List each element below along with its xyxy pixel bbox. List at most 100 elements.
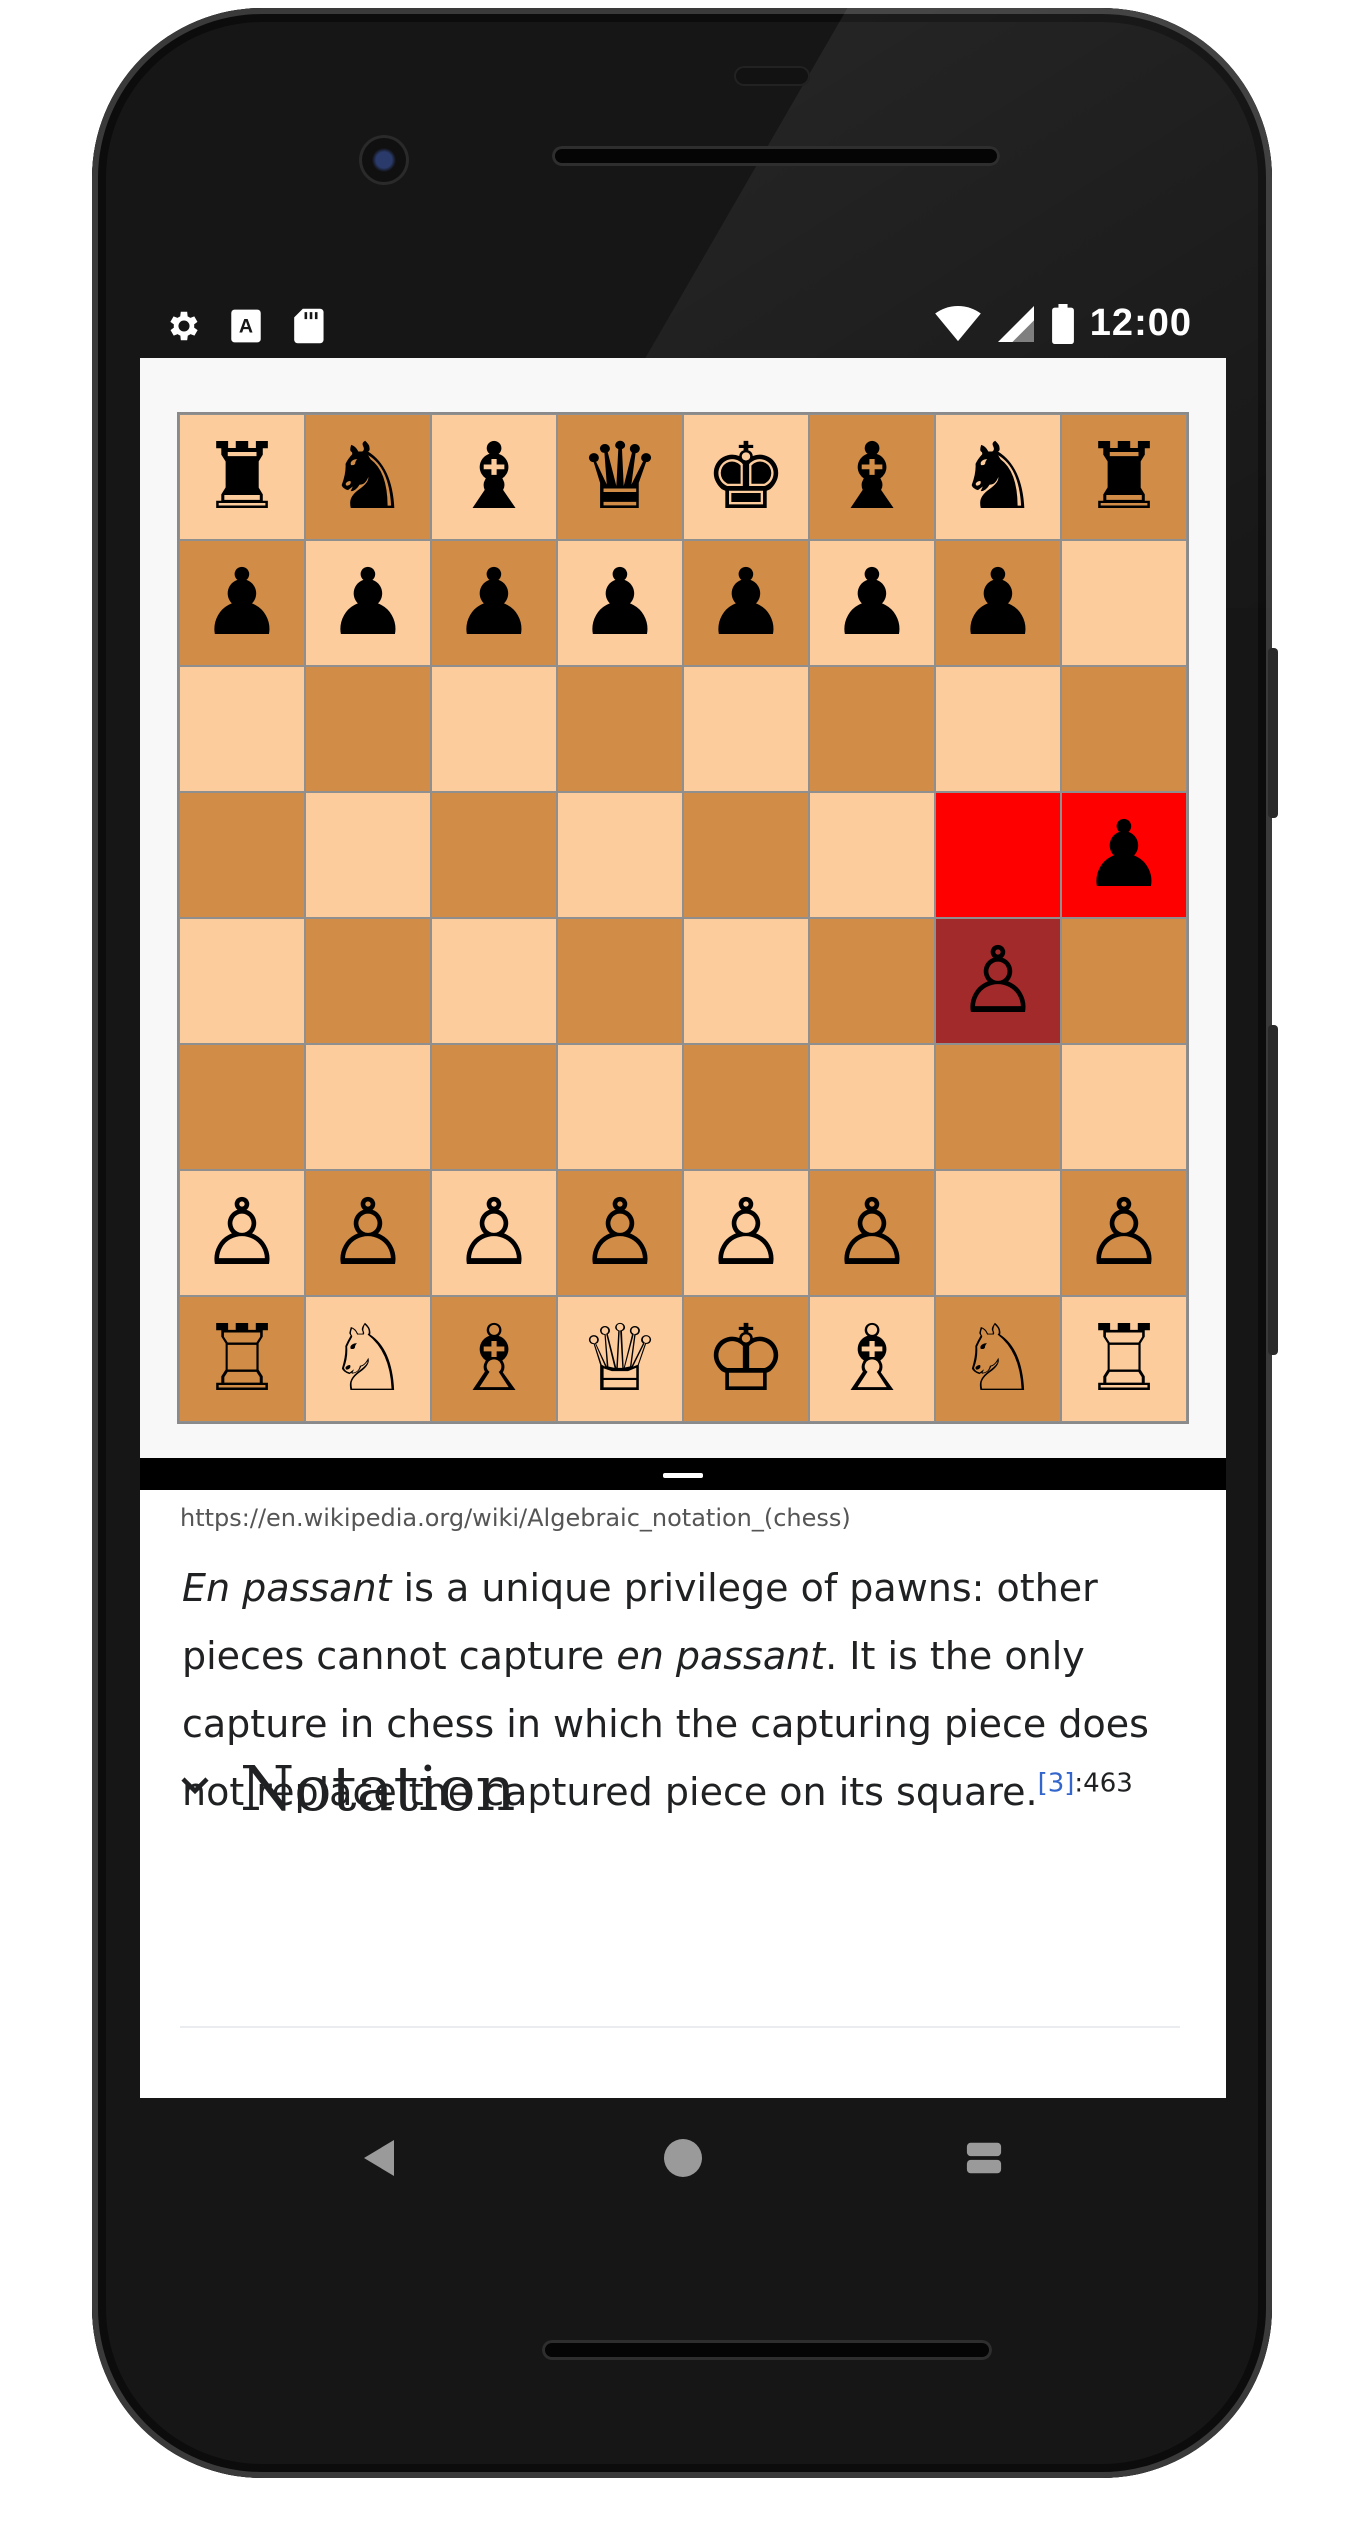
clock: 12:00 (1089, 302, 1192, 344)
chess-square-with-piece[interactable]: ♞ (305, 414, 431, 540)
chess-square[interactable] (431, 666, 557, 792)
chess-square[interactable] (935, 666, 1061, 792)
chess-square[interactable] (935, 1044, 1061, 1170)
chess-square-with-piece[interactable]: ♝ (809, 414, 935, 540)
page-url[interactable]: https://en.wikipedia.org/wiki/Algebraic_… (180, 1504, 851, 1532)
back-icon[interactable] (352, 2130, 408, 2186)
chess-square-with-piece[interactable]: ♞ (935, 414, 1061, 540)
home-icon[interactable] (655, 2130, 711, 2186)
sd-card-icon (288, 306, 328, 346)
chess-square[interactable] (809, 792, 935, 918)
chess-square[interactable] (809, 918, 935, 1044)
citation: [3]:463 (1038, 1768, 1133, 1798)
status-left-icons: A (164, 306, 328, 346)
chess-square-with-piece[interactable]: ♟ (179, 540, 305, 666)
chess-square[interactable] (683, 792, 809, 918)
front-camera-icon (359, 135, 409, 185)
section-title: Notation (240, 1751, 516, 1825)
wifi-icon (934, 304, 982, 344)
signal-icon (996, 304, 1036, 344)
em-en-passant-1: En passant (182, 1566, 392, 1610)
earpiece-speaker (552, 146, 1000, 166)
chess-square-with-piece[interactable]: ♟ (305, 540, 431, 666)
chess-square-with-piece[interactable]: ♖ (179, 1296, 305, 1422)
chess-square-with-piece[interactable]: ♙ (809, 1170, 935, 1296)
chess-square-with-piece[interactable]: ♙ (431, 1170, 557, 1296)
chess-square[interactable] (305, 666, 431, 792)
chess-square-with-piece[interactable]: ♔ (683, 1296, 809, 1422)
chess-square-with-piece[interactable]: ♖ (1061, 1296, 1187, 1422)
em-en-passant-2: en passant (616, 1634, 826, 1678)
chess-square[interactable] (683, 918, 809, 1044)
chess-square-with-piece[interactable]: ♟ (683, 540, 809, 666)
chess-square[interactable] (179, 792, 305, 918)
citation-link[interactable]: [3] (1038, 1768, 1075, 1798)
bottom-speaker (542, 2340, 992, 2360)
chess-square[interactable] (179, 666, 305, 792)
chess-square-with-piece[interactable]: ♙ (179, 1170, 305, 1296)
chess-square-with-piece[interactable]: ♕ (557, 1296, 683, 1422)
chess-square[interactable] (935, 792, 1061, 918)
chess-square-with-piece[interactable]: ♙ (305, 1170, 431, 1296)
chess-square[interactable] (1061, 918, 1187, 1044)
chess-square[interactable] (431, 792, 557, 918)
chess-square[interactable] (683, 666, 809, 792)
chess-square-with-piece[interactable]: ♙ (557, 1170, 683, 1296)
chess-square[interactable] (809, 666, 935, 792)
section-header-notation[interactable]: Notation (180, 1738, 515, 1838)
chess-square-with-piece[interactable]: ♗ (809, 1296, 935, 1422)
chess-square-with-piece[interactable]: ♟ (557, 540, 683, 666)
chevron-down-icon[interactable] (180, 1776, 210, 1801)
font-a-icon: A (226, 306, 266, 346)
battery-icon (1050, 303, 1076, 344)
section-divider (180, 2026, 1180, 2028)
chess-square-with-piece[interactable]: ♙ (1061, 1170, 1187, 1296)
chess-square[interactable] (305, 1044, 431, 1170)
chess-square[interactable] (179, 1044, 305, 1170)
chess-square[interactable] (557, 792, 683, 918)
chess-square[interactable] (305, 918, 431, 1044)
citation-page: :463 (1074, 1768, 1133, 1799)
status-right-icons: 12:00 (934, 302, 1192, 345)
chess-square[interactable] (431, 1044, 557, 1170)
chess-square[interactable] (557, 1044, 683, 1170)
chess-square-with-piece[interactable]: ♟ (431, 540, 557, 666)
svg-text:A: A (239, 316, 253, 338)
chess-square[interactable] (179, 918, 305, 1044)
wikipedia-pane: https://en.wikipedia.org/wiki/Algebraic_… (140, 1490, 1226, 2098)
chess-square-with-piece[interactable]: ♛ (557, 414, 683, 540)
chess-square[interactable] (305, 792, 431, 918)
chess-app-pane: ♜ ♞ ♝ ♛ ♚ ♝ ♞ ♜ ♟ ♟ ♟ ♟ ♟ ♟ ♟ ♟ ♙ ♙ ♙ ♙ ♙ ♙ ♙ ♙ ♖ ♘ ♗ ♕ ♔ ♗ ♘ ♖ (140, 358, 1226, 1458)
chess-square-with-piece[interactable]: ♟ (809, 540, 935, 666)
chess-square-with-piece[interactable]: ♘ (305, 1296, 431, 1422)
chess-square-with-piece[interactable]: ♗ (431, 1296, 557, 1422)
chess-board[interactable]: ♜ ♞ ♝ ♛ ♚ ♝ ♞ ♜ ♟ ♟ ♟ ♟ ♟ ♟ ♟ ♟ ♙ ♙ ♙ ♙ ♙ ♙ ♙ ♙ ♖ ♘ ♗ ♕ ♔ ♗ ♘ ♖ (177, 412, 1189, 1424)
chess-square[interactable] (431, 918, 557, 1044)
chess-square[interactable] (809, 1044, 935, 1170)
chess-square[interactable] (935, 1170, 1061, 1296)
recents-icon[interactable] (956, 2130, 1012, 2186)
split-divider-handle[interactable] (663, 1473, 703, 1478)
chess-square-with-piece[interactable]: ♚ (683, 414, 809, 540)
gear-icon (164, 306, 204, 346)
volume-button[interactable] (1268, 1025, 1278, 1355)
chess-square[interactable] (557, 666, 683, 792)
split-screen: ♜ ♞ ♝ ♛ ♚ ♝ ♞ ♜ ♟ ♟ ♟ ♟ ♟ ♟ ♟ ♟ ♙ ♙ ♙ ♙ ♙ ♙ ♙ ♙ ♖ ♘ ♗ ♕ ♔ ♗ ♘ ♖ https:/… (140, 358, 1226, 2098)
navigation-bar (140, 2098, 1226, 2218)
chess-square[interactable] (683, 1044, 809, 1170)
chess-square-with-piece[interactable]: ♟ (935, 540, 1061, 666)
chess-square[interactable] (1061, 1044, 1187, 1170)
chess-square-with-piece[interactable]: ♝ (431, 414, 557, 540)
chess-square-with-piece[interactable]: ♜ (1061, 414, 1187, 540)
chess-square-with-piece[interactable]: ♙ (683, 1170, 809, 1296)
proximity-sensor (734, 66, 810, 86)
chess-square-with-piece[interactable]: ♘ (935, 1296, 1061, 1422)
status-bar: A 12:00 (140, 302, 1230, 354)
chess-square-with-piece[interactable]: ♟ (1061, 792, 1187, 918)
power-button[interactable] (1268, 648, 1278, 818)
chess-square[interactable] (1061, 540, 1187, 666)
chess-square[interactable] (1061, 666, 1187, 792)
chess-square[interactable] (557, 918, 683, 1044)
chess-square-with-piece[interactable]: ♙ (935, 918, 1061, 1044)
chess-square-with-piece[interactable]: ♜ (179, 414, 305, 540)
